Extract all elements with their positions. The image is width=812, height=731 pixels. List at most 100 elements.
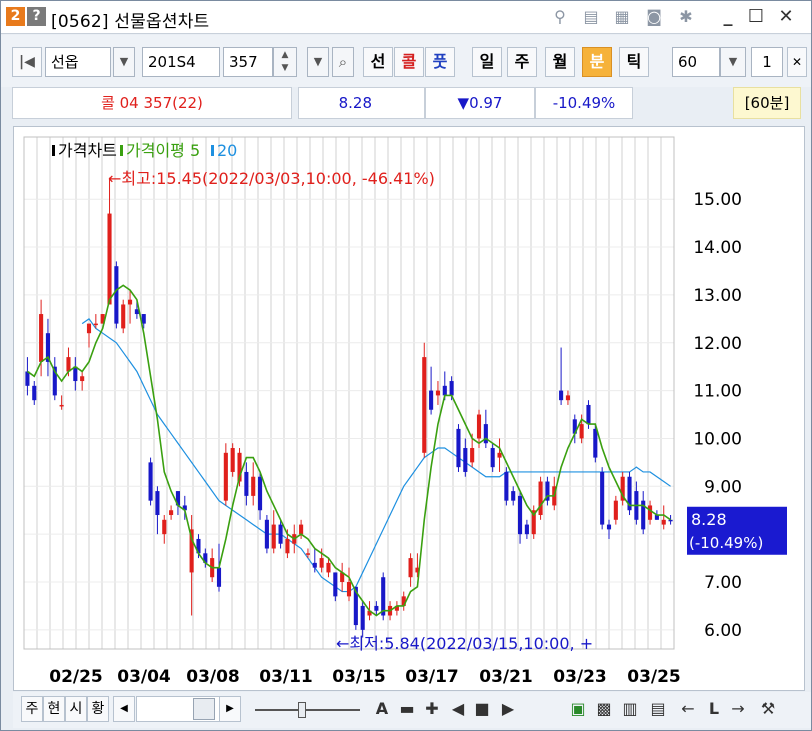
scroll-thumb[interactable] (193, 698, 215, 720)
code-input[interactable]: 201S4 (142, 47, 220, 77)
camera-icon[interactable]: ◙ (644, 7, 664, 27)
candle-body (497, 452, 502, 458)
product-dropdown-icon[interactable]: ▼ (113, 47, 135, 77)
x-tick-label: 03/11 (259, 667, 313, 687)
interval-input[interactable]: 60 (672, 47, 720, 77)
week-button[interactable]: 주 (21, 696, 43, 722)
product-select[interactable]: 선옵 (45, 47, 111, 77)
price-change-percent: -10.49% (535, 87, 633, 119)
candle-body (73, 366, 78, 382)
current-button[interactable]: 현 (43, 696, 65, 722)
x-axis: 02/25 03/04 03/08 03/11 03/15 03/17 03/21 03/23… (49, 667, 681, 687)
price-chart[interactable]: 15.0014.0013.0012.0011.0010.009.008.007.… (13, 126, 805, 691)
chart-setting-icon[interactable]: ▥ (619, 697, 641, 721)
period-month-button[interactable]: 월 (545, 47, 575, 77)
screen-icon[interactable]: ▦ (612, 7, 632, 27)
period-tick-button[interactable]: 틱 (619, 47, 649, 77)
y-tick-label: 15.00 (693, 190, 742, 210)
period-day-button[interactable]: 일 (472, 47, 502, 77)
call-button[interactable]: 콜 (394, 47, 424, 77)
candle-body (107, 213, 112, 305)
candle-body (271, 524, 276, 549)
candle-body (593, 428, 598, 458)
candle-body (538, 481, 543, 516)
excel-icon[interactable]: ▣ (567, 697, 589, 721)
maximize-button[interactable]: ☐ (746, 6, 766, 28)
count-input[interactable]: 1 (751, 47, 783, 77)
strike-spinner-icon[interactable]: ▲ ▼ (273, 47, 297, 77)
zoom-in-icon[interactable]: ✚ (421, 697, 443, 721)
candle-body (586, 404, 591, 425)
y-tick-label: 13.00 (693, 286, 742, 306)
period-week-button[interactable]: 주 (507, 47, 537, 77)
put-button[interactable]: 풋 (425, 47, 455, 77)
arrow-right-icon[interactable]: → (727, 697, 749, 721)
candle-body (408, 558, 413, 578)
chart-type-icon[interactable]: ▤ (647, 697, 669, 721)
scroll-right-icon[interactable]: ▶ (219, 696, 241, 722)
candle-body (470, 448, 475, 463)
chart-window: 2 ? [0562] 선물옵션차트 ⚲ ▤ ▦ ◙ ✱ _ ☐ ✕ |◀ 선옵 … (0, 0, 812, 731)
legend-swatch (211, 145, 214, 156)
y-tick-label: 14.00 (693, 238, 742, 258)
x-tick-label: 03/23 (553, 667, 607, 687)
chart-legend: 가격차트 가격이평 5 20 (52, 141, 237, 160)
minimize-button[interactable]: _ (718, 6, 738, 28)
candle-body (661, 519, 666, 525)
candle-body (32, 385, 37, 401)
time-button[interactable]: 시 (65, 696, 87, 722)
candle-body (59, 404, 64, 407)
x-tick-label: 03/21 (479, 667, 533, 687)
price-change: ▼0.97 (425, 87, 535, 119)
period-label: [60분] (733, 87, 801, 119)
pin-icon[interactable]: ⚲ (550, 7, 570, 27)
l-icon[interactable]: L (703, 697, 725, 721)
candle-body (39, 314, 44, 362)
zoom-slider-track[interactable] (255, 709, 360, 711)
stop-icon[interactable]: ■ (471, 697, 493, 721)
first-icon[interactable]: |◀ (12, 47, 42, 77)
y-tick-label: 7.00 (704, 573, 742, 593)
candle-body (169, 510, 174, 516)
y-tick-label: 11.00 (693, 382, 742, 402)
status-button[interactable]: 황 (87, 696, 109, 722)
next-icon[interactable]: ▶ (497, 697, 519, 721)
code-dropdown-icon[interactable]: ▼ (307, 47, 329, 77)
scroll-left-icon[interactable]: ◀ (113, 696, 135, 722)
settings-icon[interactable]: ✱ (676, 7, 696, 27)
candle-body (381, 577, 386, 616)
candle-body (449, 381, 454, 396)
y-tick-label: 10.00 (693, 429, 742, 449)
chart-canvas[interactable]: 15.0014.0013.0012.0011.0010.009.008.007.… (14, 127, 806, 692)
zoom-slider-thumb[interactable] (298, 702, 306, 718)
candle-body (429, 390, 434, 410)
period-minute-button[interactable]: 분 (582, 47, 612, 77)
screen-number-badge[interactable]: 2 (6, 7, 25, 26)
x-tick-label: 03/08 (186, 667, 240, 687)
ma20-line (81, 317, 671, 593)
tools-icon[interactable]: ⚒ (757, 697, 779, 721)
futures-button[interactable]: 선 (363, 47, 393, 77)
memo-icon[interactable]: ▤ (581, 7, 601, 27)
arrow-left-icon[interactable]: ← (677, 697, 699, 721)
candle-body (216, 567, 222, 587)
candle-body (319, 558, 324, 568)
candle-body (668, 519, 673, 522)
help-button[interactable]: ? (27, 7, 46, 26)
candle-body (148, 462, 153, 501)
close-button[interactable]: ✕ (776, 6, 796, 28)
text-tool-button[interactable]: A (371, 697, 393, 721)
current-price: 8.28 (298, 87, 425, 119)
save-icon[interactable]: ▩ (593, 697, 615, 721)
prev-icon[interactable]: ◀ (447, 697, 469, 721)
zoom-out-icon[interactable]: ▬ (396, 697, 418, 721)
interval-dropdown-icon[interactable]: ▼ (720, 47, 746, 77)
candle-body (285, 538, 290, 554)
close-icon[interactable]: ✕ (787, 47, 807, 77)
candle-body (648, 505, 653, 520)
candle-body (463, 448, 468, 472)
legend-swatch (120, 145, 123, 156)
search-icon[interactable]: ⌕ (332, 47, 354, 77)
strike-input[interactable]: 357 (223, 47, 273, 77)
candle-body (613, 500, 618, 520)
